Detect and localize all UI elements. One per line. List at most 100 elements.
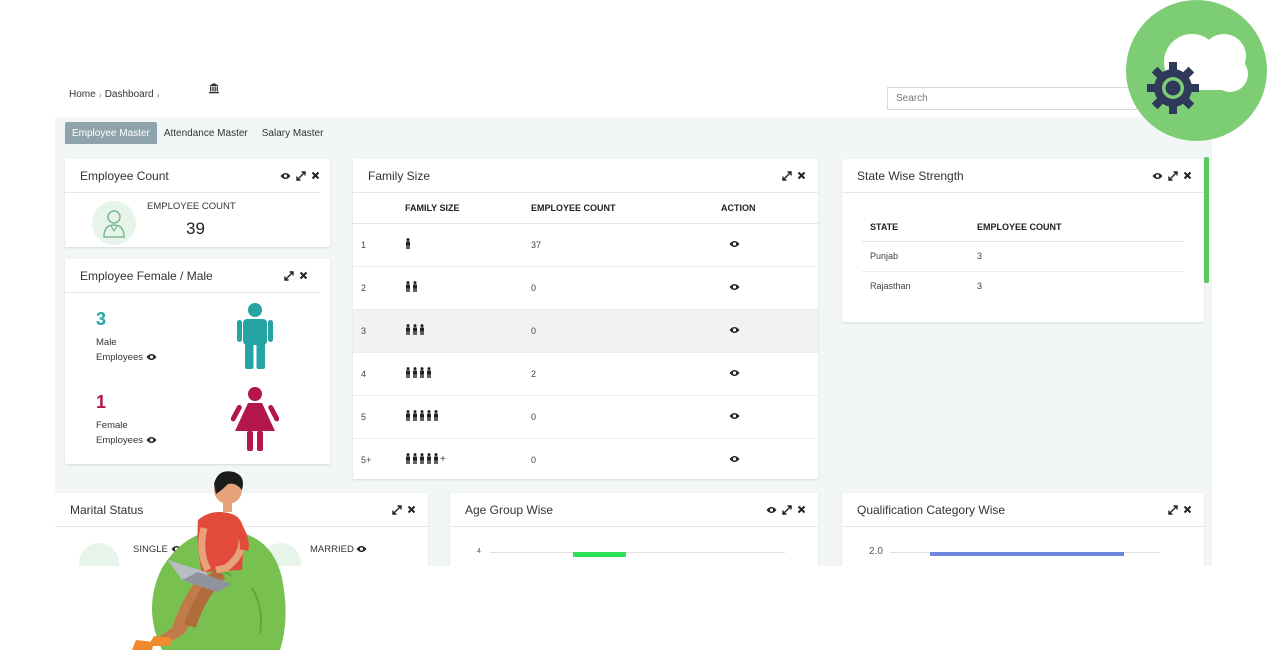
- family-size-table: FAMILY SIZE EMPLOYEE COUNT ACTION 1 37 2 0 3…: [353, 193, 818, 481]
- family-size-icons: [405, 395, 531, 439]
- family-size-value: 5: [353, 395, 405, 439]
- family-size-icons: +: [405, 438, 531, 481]
- person-icon: [419, 410, 425, 423]
- close-icon[interactable]: [1183, 505, 1192, 514]
- eye-icon[interactable]: [729, 326, 740, 334]
- scrollbar-thumb[interactable]: [1204, 157, 1209, 283]
- table-row: 50: [353, 395, 818, 439]
- state-name: Rajasthan: [870, 281, 911, 292]
- table-row: 1 37: [353, 223, 818, 267]
- family-size-icons: [405, 266, 531, 310]
- tab-employee-master[interactable]: Employee Master: [65, 122, 157, 144]
- table-row: 30: [353, 309, 818, 353]
- expand-icon[interactable]: [782, 504, 792, 515]
- person-icon: [405, 281, 411, 294]
- single-avatar-icon: [79, 543, 119, 566]
- close-icon[interactable]: [311, 171, 320, 180]
- person-icon: [412, 367, 418, 380]
- state-count: 3: [977, 241, 1184, 272]
- employee-count-value: 0: [531, 266, 721, 310]
- view-action[interactable]: [721, 309, 818, 353]
- breadcrumb-home[interactable]: Home: [69, 89, 96, 100]
- tab-attendance-master[interactable]: Attendance Master: [157, 122, 255, 144]
- close-icon[interactable]: [797, 171, 806, 180]
- panel-title: Family Size: [368, 168, 431, 183]
- expand-icon[interactable]: [392, 504, 402, 515]
- table-row: 20: [353, 266, 818, 310]
- family-size-icons: [405, 309, 531, 353]
- expand-icon[interactable]: [782, 170, 792, 181]
- eye-icon[interactable]: [729, 240, 740, 248]
- expand-icon[interactable]: [1168, 170, 1178, 181]
- female-figure-icon: [231, 387, 279, 451]
- eye-icon[interactable]: [356, 545, 367, 553]
- column-header: EMPLOYEE COUNT: [977, 213, 1184, 242]
- panel-title: State Wise Strength: [857, 168, 964, 183]
- male-count: 3: [96, 309, 107, 329]
- eye-icon[interactable]: [146, 353, 157, 361]
- family-size-value: 1: [353, 223, 405, 267]
- panel-title: Age Group Wise: [465, 502, 554, 517]
- cloud-settings-badge: [1126, 0, 1267, 141]
- table-row: 5+ +0: [353, 438, 818, 481]
- eye-icon[interactable]: [729, 412, 740, 420]
- person-with-laptop-illustration: [132, 471, 286, 650]
- panel-title: Employee Female / Male: [80, 268, 213, 283]
- breadcrumb-dashboard[interactable]: Dashboard: [105, 89, 154, 100]
- eye-icon[interactable]: [146, 436, 157, 444]
- state-count: 3: [977, 281, 983, 292]
- employee-count-value: 0: [531, 309, 721, 353]
- state-wise-panel: State Wise Strength STATE EMPLOYEE COUNT: [842, 159, 1204, 322]
- person-icon: [426, 453, 432, 466]
- qualification-tick-label: 2.0: [869, 546, 883, 557]
- employee-avatar-icon: [92, 201, 136, 245]
- person-icon: [405, 238, 411, 251]
- panel-title: Employee Count: [80, 168, 169, 183]
- age-tick-label: 4: [477, 548, 481, 555]
- close-icon[interactable]: [1183, 171, 1192, 180]
- person-icon: [412, 453, 418, 466]
- view-action[interactable]: [721, 395, 818, 439]
- person-icon: [419, 324, 425, 337]
- employee-count-value: 0: [531, 395, 721, 439]
- person-icon: [405, 453, 411, 466]
- close-icon[interactable]: [407, 505, 416, 514]
- search-input[interactable]: [887, 87, 1137, 110]
- employee-count-value: 39: [186, 219, 205, 238]
- close-icon[interactable]: [299, 271, 308, 280]
- close-icon[interactable]: [797, 505, 806, 514]
- person-icon: [405, 410, 411, 423]
- eye-icon[interactable]: [766, 506, 777, 514]
- family-size-plus: +: [440, 454, 446, 466]
- page-root: Home › Dashboard › Employee Master Atten…: [0, 0, 1267, 650]
- eye-icon[interactable]: [1152, 172, 1163, 180]
- family-size-value: 3: [353, 309, 405, 353]
- view-action[interactable]: [721, 266, 818, 310]
- eye-icon[interactable]: [729, 369, 740, 377]
- person-icon: [412, 410, 418, 423]
- view-action[interactable]: [721, 223, 818, 267]
- employee-count-caption: EMPLOYEE COUNT: [147, 201, 236, 212]
- column-header: STATE: [862, 213, 977, 242]
- family-size-panel: Family Size FAMILY SIZE EMPLOYEE COUNT A…: [353, 159, 818, 479]
- eye-icon[interactable]: [280, 172, 291, 180]
- male-figure-icon: [237, 303, 273, 369]
- female-count: 1: [96, 392, 107, 412]
- expand-icon[interactable]: [1168, 504, 1178, 515]
- family-size-value: 5+: [361, 454, 372, 465]
- tab-salary-master[interactable]: Salary Master: [255, 122, 331, 144]
- tab-bar: Employee Master Attendance Master Salary…: [65, 122, 330, 144]
- person-icon: [426, 410, 432, 423]
- view-action[interactable]: [721, 352, 818, 396]
- age-chart-bar: [573, 552, 626, 557]
- expand-icon[interactable]: [284, 270, 294, 281]
- view-action[interactable]: [721, 438, 818, 481]
- family-size-icons: [405, 223, 531, 267]
- eye-icon[interactable]: [729, 455, 740, 463]
- employee-count-value: 0: [531, 454, 537, 465]
- person-icon: [405, 324, 411, 337]
- expand-icon[interactable]: [296, 170, 306, 181]
- gear-icon: [1147, 62, 1199, 114]
- eye-icon[interactable]: [729, 283, 740, 291]
- column-header: ACTION: [721, 193, 818, 224]
